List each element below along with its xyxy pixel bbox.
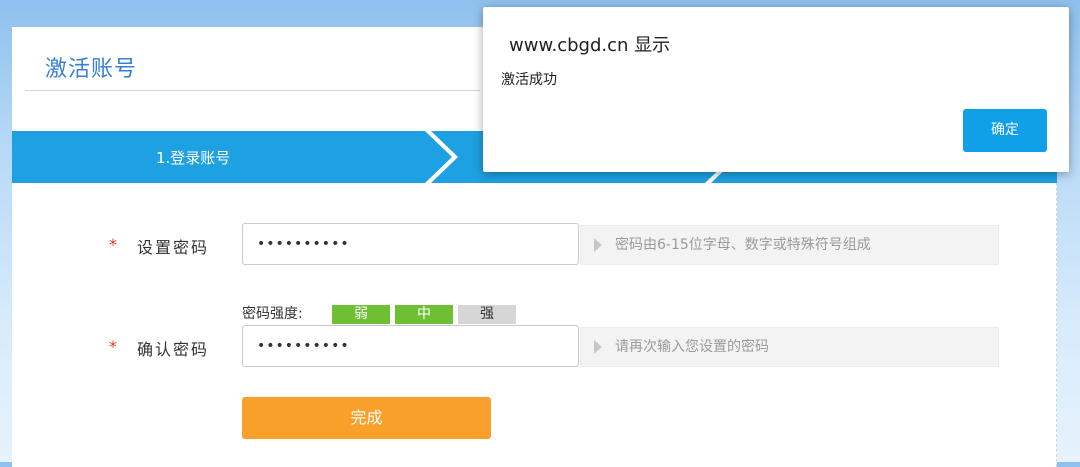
strength-label: 密码强度:	[242, 306, 303, 322]
required-mark: *	[109, 235, 117, 254]
password-label: 设置密码	[137, 238, 210, 257]
confirm-label: 确认密码	[137, 340, 210, 359]
confirm-hint: 请再次输入您设置的密码	[580, 327, 999, 367]
step-1-label: 1.登录账号	[156, 149, 231, 167]
submit-button[interactable]: 完成	[242, 397, 491, 439]
password-row: * 设置密码 •••••••••• 密码由6-15位字母、数字或特殊符号组成	[12, 223, 1057, 267]
step-1-shape	[12, 131, 452, 183]
confirm-hint-text: 请再次输入您设置的密码	[615, 339, 769, 355]
password-hint-text: 密码由6-15位字母、数字或特殊符号组成	[615, 237, 871, 253]
password-hint: 密码由6-15位字母、数字或特殊符号组成	[580, 225, 999, 265]
required-mark: *	[109, 337, 117, 356]
dialog-title: www.cbgd.cn 显示	[509, 35, 671, 56]
dialog-message: 激活成功	[501, 72, 557, 88]
confirm-row: * 确认密码 •••••••••• 请再次输入您设置的密码	[12, 325, 1057, 369]
dialog-ok-button[interactable]: 确定	[963, 109, 1047, 152]
alert-dialog: www.cbgd.cn 显示 激活成功 确定	[483, 7, 1069, 172]
strength-medium: 中	[395, 305, 453, 324]
password-input[interactable]: ••••••••••	[242, 223, 579, 265]
title-divider	[25, 90, 480, 91]
hint-arrow-icon	[594, 340, 602, 354]
strength-weak: 弱	[332, 305, 390, 324]
page-title: 激活账号	[45, 57, 138, 82]
confirm-password-input[interactable]: ••••••••••	[242, 325, 579, 367]
hint-arrow-icon	[594, 238, 602, 252]
strength-strong: 强	[458, 305, 516, 324]
